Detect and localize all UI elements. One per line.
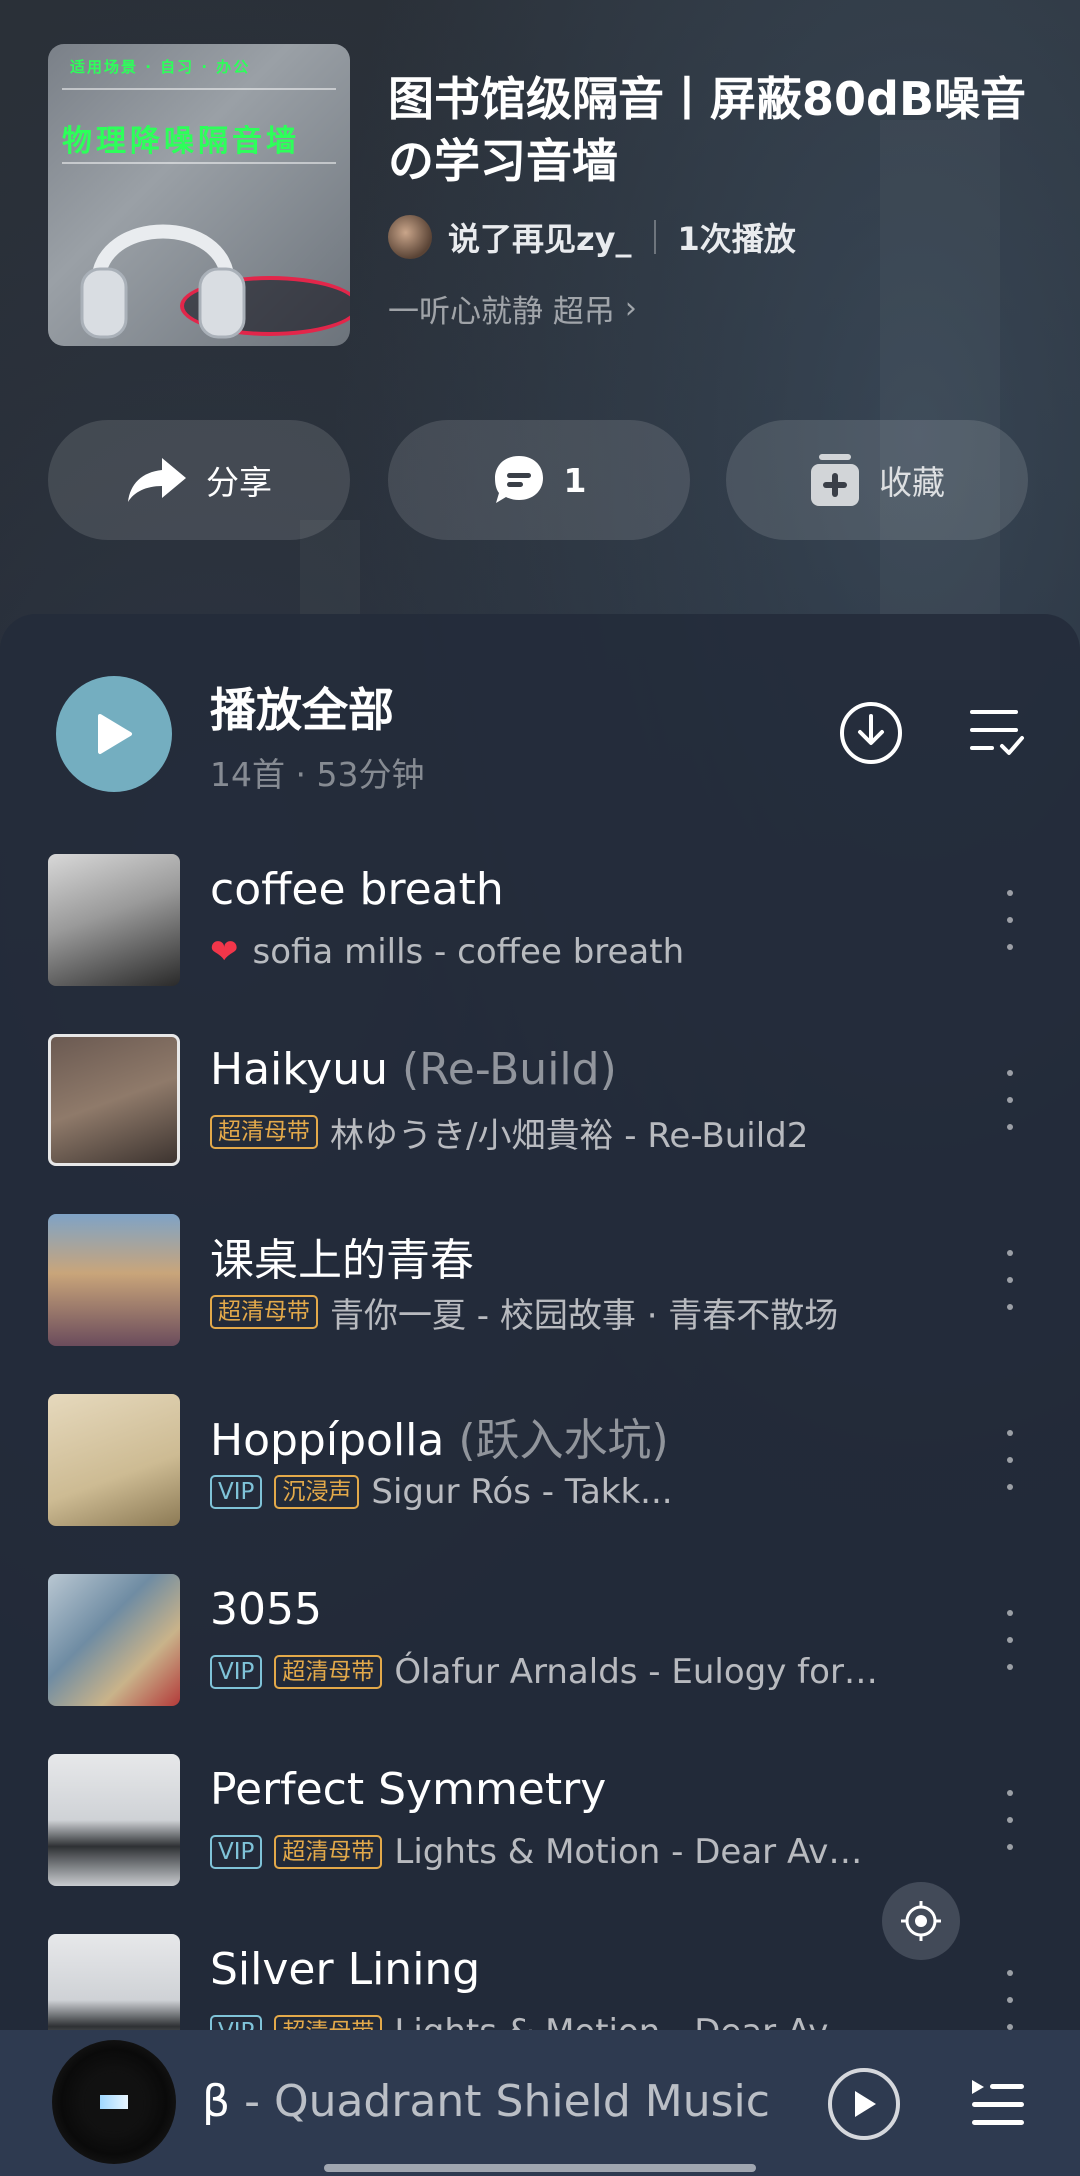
song-meta: ❤ sofia mills - coffee breath bbox=[210, 932, 684, 972]
favorite-label: 收藏 bbox=[879, 463, 945, 502]
headphone-icon bbox=[80, 224, 246, 339]
play-count: 1次播放 bbox=[677, 220, 796, 258]
song-row[interactable]: Haikyuu (Re-Build) 超清母带 林ゆうき/小畑貴裕 - Re-B… bbox=[0, 1034, 1080, 1194]
song-artist-album: Ólafur Arnalds - Eulogy for… bbox=[394, 1652, 878, 1692]
more-vertical-icon[interactable] bbox=[1000, 1970, 1020, 2030]
song-artwork bbox=[48, 1754, 180, 1886]
now-playing-text[interactable]: β - Quadrant Shield Music bbox=[202, 2076, 770, 2127]
disc-label bbox=[84, 2072, 144, 2132]
song-artwork bbox=[48, 854, 180, 986]
song-row[interactable]: 3055 VIP 超清母带 Ólafur Arnalds - Eulogy fo… bbox=[0, 1574, 1080, 1734]
playlist-description[interactable]: 一听心就静 超吊 › bbox=[388, 286, 637, 331]
song-title: 3055 bbox=[210, 1584, 322, 1635]
queue-icon[interactable] bbox=[970, 2078, 1026, 2130]
song-row[interactable]: 课桌上的青春 超清母带 青你一夏 - 校园故事 · 青春不散场 bbox=[0, 1214, 1080, 1374]
song-title: 课桌上的青春 bbox=[210, 1235, 474, 1286]
multi-select-icon[interactable] bbox=[966, 704, 1026, 760]
chevron-right-icon: › bbox=[624, 291, 637, 326]
cover-divider bbox=[62, 162, 336, 164]
locate-current-button[interactable] bbox=[882, 1882, 960, 1960]
song-artist-album: 青你一夏 - 校园故事 · 青春不散场 bbox=[330, 1295, 839, 1336]
song-meta: VIP 超清母带 Ólafur Arnalds - Eulogy for… bbox=[210, 1652, 878, 1692]
description-text: 一听心就静 超吊 bbox=[388, 294, 615, 330]
song-title: coffee breath bbox=[210, 864, 504, 915]
playlist-meta: 14首 · 53分钟 bbox=[210, 755, 425, 794]
divider bbox=[653, 220, 656, 254]
song-meta: 超清母带 林ゆうき/小畑貴裕 - Re-Build2 bbox=[210, 1112, 808, 1156]
more-vertical-icon[interactable] bbox=[1000, 1070, 1020, 1130]
favorite-button[interactable]: 收藏 bbox=[726, 420, 1028, 540]
more-vertical-icon[interactable] bbox=[1000, 1790, 1020, 1850]
song-artist-album: 林ゆうき/小畑貴裕 - Re-Build2 bbox=[330, 1115, 809, 1156]
song-meta: 超清母带 青你一夏 - 校园故事 · 青春不散场 bbox=[210, 1292, 838, 1336]
more-vertical-icon[interactable] bbox=[1000, 1610, 1020, 1670]
quality-badge: 超清母带 bbox=[274, 1655, 383, 1689]
song-title: Perfect Symmetry bbox=[210, 1764, 607, 1815]
author-row[interactable]: 说了再见zy_ 1次播放 bbox=[388, 212, 796, 262]
add-collection-icon bbox=[811, 454, 859, 506]
vip-badge: VIP bbox=[210, 1655, 263, 1689]
cover-divider bbox=[62, 88, 336, 90]
play-icon bbox=[855, 2091, 876, 2117]
song-artwork bbox=[48, 1034, 180, 1166]
song-artwork bbox=[48, 1394, 180, 1526]
share-button[interactable]: 分享 bbox=[48, 420, 350, 540]
avatar[interactable] bbox=[388, 215, 432, 259]
song-meta: VIP 超清母带 Lights & Motion - Dear Av… bbox=[210, 2012, 862, 2030]
play-all-label[interactable]: 播放全部 bbox=[210, 674, 394, 740]
share-icon bbox=[128, 458, 186, 502]
song-artist-album: sofia mills - coffee breath bbox=[252, 932, 685, 972]
vip-badge: VIP bbox=[210, 1835, 263, 1869]
playlist-cover[interactable]: 适用场景 · 自习 · 办公 物理降噪隔音墙 bbox=[48, 44, 350, 346]
song-meta: VIP 超清母带 Lights & Motion - Dear Av… bbox=[210, 1832, 862, 1872]
share-label: 分享 bbox=[206, 463, 272, 502]
mini-play-button[interactable] bbox=[828, 2068, 900, 2140]
vip-badge: VIP bbox=[210, 2015, 263, 2030]
more-vertical-icon[interactable] bbox=[1000, 1250, 1020, 1310]
now-playing-disc[interactable] bbox=[52, 2040, 176, 2164]
play-all-button[interactable] bbox=[56, 676, 172, 792]
quality-badge: 超清母带 bbox=[274, 1835, 383, 1869]
quality-badge: 超清母带 bbox=[210, 1115, 318, 1149]
author-name[interactable]: 说了再见zy_ bbox=[448, 214, 632, 260]
locate-current-icon bbox=[901, 1901, 941, 1941]
now-playing-artist: - Quadrant Shield Music bbox=[230, 2076, 770, 2127]
song-artist-album: Lights & Motion - Dear Av… bbox=[394, 2012, 862, 2030]
song-artwork bbox=[48, 1214, 180, 1346]
download-icon[interactable] bbox=[838, 700, 904, 766]
play-icon bbox=[98, 714, 132, 754]
song-title: Silver Lining bbox=[210, 1944, 481, 1995]
song-title: Haikyuu (Re-Build) bbox=[210, 1044, 617, 1095]
more-vertical-icon[interactable] bbox=[1000, 1430, 1020, 1490]
quality-badge: 超清母带 bbox=[274, 2015, 383, 2030]
song-title: Hoppípolla (跃入水坑) bbox=[210, 1415, 669, 1466]
quality-badge: 沉浸声 bbox=[274, 1475, 360, 1509]
song-artwork bbox=[48, 1574, 180, 1706]
playlist-title: 图书馆级隔音丨屏蔽80dB噪音の学习音墙 bbox=[388, 72, 1027, 188]
vip-badge: VIP bbox=[210, 1475, 263, 1509]
cover-title: 物理降噪隔音墙 bbox=[62, 124, 300, 159]
song-meta: VIP 沉浸声 Sigur Rós - Takk... bbox=[210, 1472, 673, 1512]
background-building bbox=[880, 120, 1000, 680]
quality-badge: 超清母带 bbox=[210, 1295, 318, 1329]
song-row[interactable]: coffee breath ❤ sofia mills - coffee bre… bbox=[0, 854, 1080, 1014]
heart-icon: ❤ bbox=[210, 932, 239, 972]
home-indicator[interactable] bbox=[324, 2164, 756, 2172]
now-playing-track: β bbox=[202, 2076, 231, 2127]
song-artwork bbox=[48, 1934, 180, 2030]
song-artist-album: Sigur Rós - Takk... bbox=[371, 1472, 673, 1512]
cover-caption: 适用场景 · 自习 · 办公 bbox=[70, 58, 251, 76]
comment-button[interactable]: 1 bbox=[388, 420, 690, 540]
song-row[interactable]: Hoppípolla (跃入水坑) VIP 沉浸声 Sigur Rós - Ta… bbox=[0, 1394, 1080, 1554]
comment-count: 1 bbox=[563, 460, 587, 500]
comment-icon bbox=[494, 456, 543, 503]
more-vertical-icon[interactable] bbox=[1000, 890, 1020, 950]
song-artist-album: Lights & Motion - Dear Av… bbox=[394, 1832, 863, 1872]
